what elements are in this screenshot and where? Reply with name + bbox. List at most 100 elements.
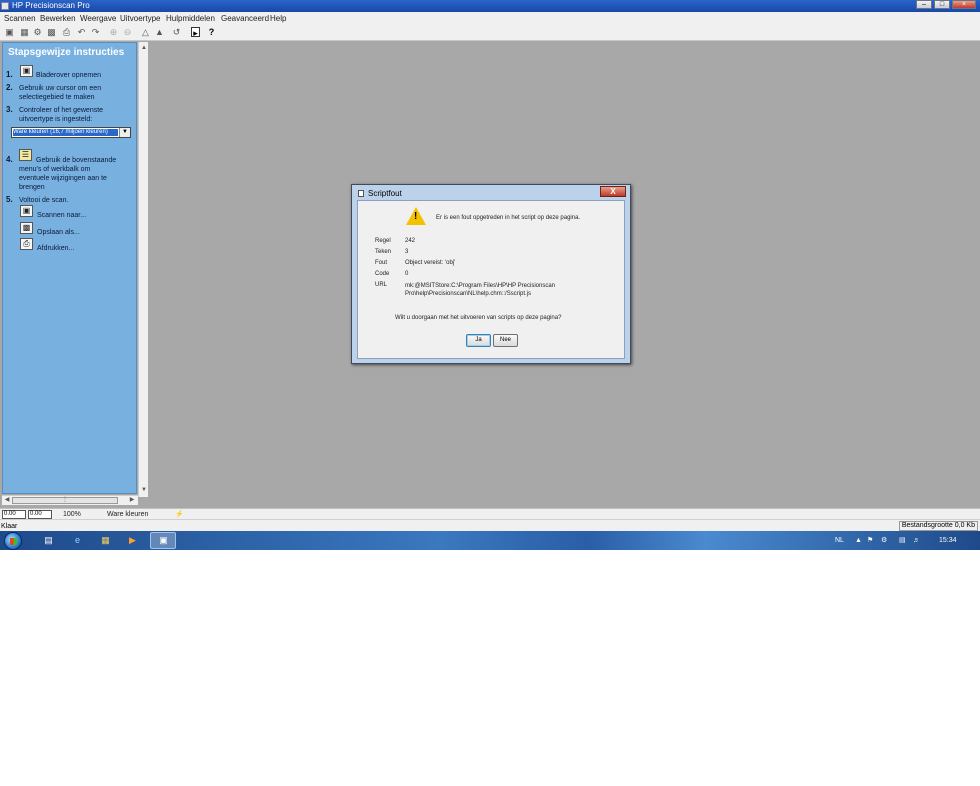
scanner-icon: ▣ <box>159 535 168 545</box>
menu-weergave[interactable]: Weergave <box>80 14 116 23</box>
zoom-out-icon[interactable]: ⊖ <box>123 27 132 37</box>
step-4-text-line-3: eventuele wijzigingen aan te <box>19 175 107 182</box>
step-2-text-line-1: Gebruik uw cursor om een <box>19 85 102 92</box>
step-3-number: 3. <box>6 105 13 114</box>
desktop-screen: HP Precisionscan Pro – □ × Scannen Bewer… <box>0 0 980 550</box>
scan-multi-icon[interactable]: ▦ <box>20 27 29 37</box>
scroll-up-icon[interactable]: ▲ <box>140 44 148 52</box>
error-label: Fout <box>375 260 388 266</box>
step-2-number: 2. <box>6 83 13 92</box>
step-4-text-line-1: Gebruik de bovenstaande <box>36 157 117 164</box>
update-icon[interactable]: ⚙ <box>881 536 887 545</box>
print-icon[interactable]: ⎙ <box>62 27 71 37</box>
volume-icon[interactable]: ♬ <box>913 536 920 545</box>
chevron-down-icon[interactable]: ▼ <box>119 128 130 137</box>
window-title-bar: HP Precisionscan Pro – □ × <box>0 0 980 12</box>
step-2-text-line-2: selectiegebied te maken <box>19 94 95 101</box>
taskbar: ▤ e ▦ ▶ ▣ NL ▲ ⚑ ⚙ ▤ ♬ 15:34 <box>0 531 980 550</box>
preview-scan-icon[interactable]: ▣ <box>20 65 33 77</box>
scroll-thumb[interactable]: ⋮ <box>12 497 118 504</box>
error-value: Object vereist: 'obj' <box>405 260 456 266</box>
undo-icon[interactable]: ↶ <box>77 27 86 37</box>
show-hidden-icons-icon[interactable]: ▲ <box>855 536 862 545</box>
action-center-flag-icon[interactable]: ⚑ <box>867 536 873 545</box>
scan-to-icon[interactable]: ▣ <box>20 205 33 217</box>
char-value: 3 <box>405 249 409 255</box>
continue-question: Wilt u doorgaan met het uitvoeren van sc… <box>395 315 562 321</box>
status-bar: Klaar Bestandsgrootte 0,0 Kb <box>0 519 980 531</box>
dialog-title: Scriptfout <box>368 189 402 198</box>
window-title: HP Precisionscan Pro <box>12 1 90 10</box>
menu-uitvoertype[interactable]: Uitvoertype <box>120 14 160 23</box>
redo-icon[interactable]: ↷ <box>91 27 100 37</box>
panel-horizontal-scrollbar[interactable]: ◀ ⋮ ▶ <box>2 495 138 505</box>
media-player-icon[interactable]: ▶ <box>127 535 138 546</box>
step-1-text: Bladerover opnemen <box>36 72 101 79</box>
step-1-number: 1. <box>6 70 13 79</box>
explorer-folder-icon[interactable]: ▦ <box>100 535 111 546</box>
step-5-number: 5. <box>6 195 13 204</box>
output-type-select[interactable]: Ware kleuren (16,7 miljoen kleuren) ▼ <box>11 127 131 138</box>
adjust-icon[interactable]: ☰ <box>19 149 32 161</box>
save-icon[interactable]: ▩ <box>47 27 56 37</box>
step-3-text-line-2: uitvoertype is ingesteld: <box>19 116 93 123</box>
code-value: 0 <box>405 271 409 277</box>
minimize-button[interactable]: – <box>916 0 932 9</box>
print-action-icon[interactable]: ⎙ <box>20 238 33 250</box>
scan-to-link[interactable]: Scannen naar... <box>37 211 137 220</box>
zoom-in-icon[interactable]: ⊕ <box>109 27 118 37</box>
save-as-link[interactable]: Opslaan als... <box>37 228 137 237</box>
menu-geavanceerd[interactable]: Geavanceerd <box>221 14 269 23</box>
toolbar: ▣ ▦ ⚙ ▩ ⎙ ↶ ↷ ⊕ ⊖ △ ▲ ↺ ▸ ? <box>0 24 980 41</box>
dialog-close-button[interactable]: X <box>600 186 626 197</box>
menu-hulpmiddelen[interactable]: Hulpmiddelen <box>166 14 215 23</box>
warning-icon <box>406 207 426 225</box>
panel-vertical-scrollbar[interactable]: ▲ ▼ <box>138 42 148 497</box>
line-label: Regel <box>375 238 391 244</box>
scan-icon[interactable]: ▣ <box>5 27 14 37</box>
step-5-text: Voltooi de scan. <box>19 197 69 204</box>
dialog-window-icon <box>358 190 364 197</box>
select-icon[interactable]: ▸ <box>191 27 200 38</box>
char-label: Teken <box>375 249 392 255</box>
menu-scannen[interactable]: Scannen <box>4 14 36 23</box>
url-label: URL <box>375 282 388 288</box>
menu-help[interactable]: Help <box>270 14 286 23</box>
zoom-level: 100% <box>63 511 81 518</box>
scroll-left-icon[interactable]: ◀ <box>3 496 11 505</box>
show-desktop-icon[interactable]: ▤ <box>43 535 54 546</box>
instructions-panel: Stapsgewijze instructies 1. ▣ Bladerover… <box>2 42 137 494</box>
save-as-icon[interactable]: ▩ <box>20 222 33 234</box>
code-label: Code <box>375 271 390 277</box>
line-value: 242 <box>405 238 416 244</box>
close-button[interactable]: × <box>952 0 976 9</box>
output-type-label: Ware kleuren <box>107 511 149 518</box>
step-4-text-line-4: brengen <box>19 184 45 191</box>
clock[interactable]: 15:34 <box>939 536 957 545</box>
scroll-down-icon[interactable]: ▼ <box>140 486 148 494</box>
height-field[interactable]: 0.00 <box>28 510 52 519</box>
scroll-right-icon[interactable]: ▶ <box>128 496 136 505</box>
width-field[interactable]: 0.00 <box>2 510 26 519</box>
script-error-dialog: Scriptfout X Er is een fout opgetreden i… <box>351 184 631 364</box>
start-button[interactable] <box>4 532 22 550</box>
taskbar-precisionscan[interactable]: ▣ <box>150 532 176 549</box>
menu-bar: Scannen Bewerken Weergave Uitvoertype Hu… <box>0 12 980 24</box>
sharpen-icon[interactable]: △ <box>141 27 150 37</box>
print-link[interactable]: Afdrukken... <box>37 244 137 253</box>
menu-bewerken[interactable]: Bewerken <box>40 14 76 23</box>
network-icon[interactable]: ▤ <box>899 536 906 545</box>
output-type-value: Ware kleuren (16,7 miljoen kleuren) <box>13 129 118 136</box>
help-pointer-icon[interactable]: ? <box>207 27 216 37</box>
rotate-icon[interactable]: ↺ <box>172 27 181 37</box>
settings-icon[interactable]: ⚙ <box>33 27 42 37</box>
no-button[interactable]: Nee <box>493 334 518 347</box>
internet-explorer-icon[interactable]: e <box>72 535 83 546</box>
yes-button[interactable]: Ja <box>466 334 491 347</box>
exposure-icon[interactable]: ▲ <box>155 27 164 37</box>
exposure-status-icon: ⚡ <box>175 511 184 518</box>
file-size-status: Bestandsgrootte 0,0 Kb <box>898 521 978 531</box>
parameters-bar: 0.00 0.00 100% Ware kleuren ⚡ <box>0 508 980 519</box>
maximize-button[interactable]: □ <box>934 0 950 9</box>
language-indicator[interactable]: NL <box>835 536 844 545</box>
